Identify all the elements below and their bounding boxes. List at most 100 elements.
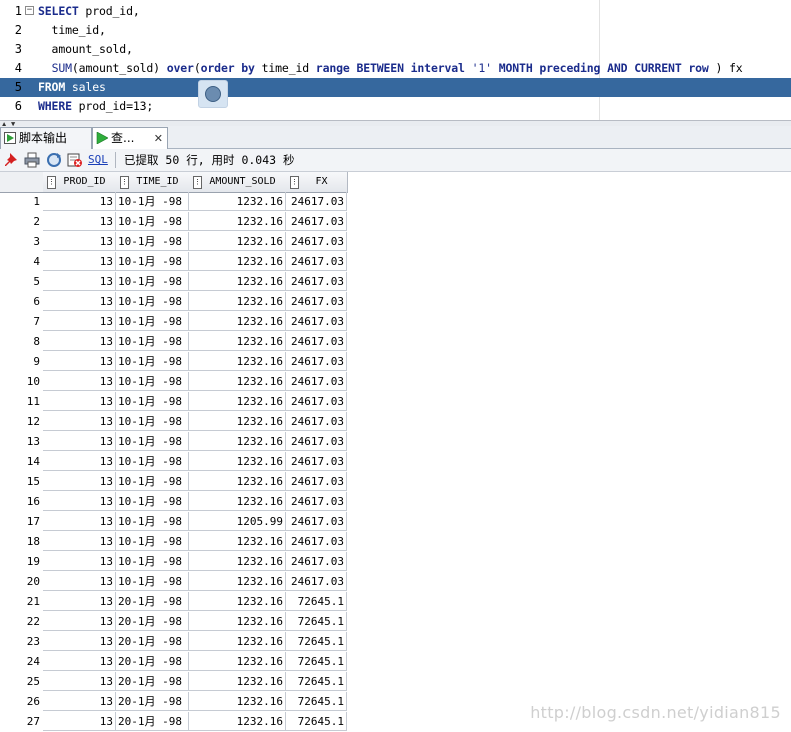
cell-amount-sold[interactable]: 1232.16 — [189, 412, 286, 431]
cell-fx[interactable]: 24617.03 — [286, 332, 347, 351]
table-row[interactable]: 2 13 10-1月 -98 1232.16 24617.03 — [0, 212, 348, 232]
cell-time-id[interactable]: 10-1月 -98 — [116, 472, 189, 491]
table-row[interactable]: 27 13 20-1月 -98 1232.16 72645.1 — [0, 712, 348, 732]
cell-prod-id[interactable]: 13 — [43, 292, 116, 311]
table-row[interactable]: 6 13 10-1月 -98 1232.16 24617.03 — [0, 292, 348, 312]
cell-time-id[interactable]: 20-1月 -98 — [116, 652, 189, 671]
table-row[interactable]: 15 13 10-1月 -98 1232.16 24617.03 — [0, 472, 348, 492]
cell-amount-sold[interactable]: 1205.99 — [189, 512, 286, 531]
cell-time-id[interactable]: 10-1月 -98 — [116, 352, 189, 371]
table-row[interactable]: 12 13 10-1月 -98 1232.16 24617.03 — [0, 412, 348, 432]
cell-fx[interactable]: 72645.1 — [286, 692, 347, 711]
cell-prod-id[interactable]: 13 — [43, 712, 116, 731]
cell-amount-sold[interactable]: 1232.16 — [189, 472, 286, 491]
cell-fx[interactable]: 24617.03 — [286, 312, 347, 331]
sql-link[interactable]: SQL — [88, 152, 108, 168]
table-row[interactable]: 26 13 20-1月 -98 1232.16 72645.1 — [0, 692, 348, 712]
cell-fx[interactable]: 24617.03 — [286, 472, 347, 491]
cell-prod-id[interactable]: 13 — [43, 472, 116, 491]
cell-fx[interactable]: 24617.03 — [286, 372, 347, 391]
cell-time-id[interactable]: 10-1月 -98 — [116, 192, 189, 211]
table-row[interactable]: 8 13 10-1月 -98 1232.16 24617.03 — [0, 332, 348, 352]
cell-amount-sold[interactable]: 1232.16 — [189, 692, 286, 711]
cell-amount-sold[interactable]: 1232.16 — [189, 712, 286, 731]
cell-prod-id[interactable]: 13 — [43, 632, 116, 651]
cell-time-id[interactable]: 20-1月 -98 — [116, 672, 189, 691]
table-row[interactable]: 16 13 10-1月 -98 1232.16 24617.03 — [0, 492, 348, 512]
cell-time-id[interactable]: 10-1月 -98 — [116, 372, 189, 391]
cell-prod-id[interactable]: 13 — [43, 692, 116, 711]
cell-time-id[interactable]: 10-1月 -98 — [116, 232, 189, 251]
editor-line[interactable]: 4 SUM(amount_sold) over(order by time_id… — [0, 59, 791, 78]
cell-prod-id[interactable]: 13 — [43, 532, 116, 551]
cell-amount-sold[interactable]: 1232.16 — [189, 332, 286, 351]
cell-amount-sold[interactable]: 1232.16 — [189, 392, 286, 411]
cell-prod-id[interactable]: 13 — [43, 432, 116, 451]
cell-time-id[interactable]: 10-1月 -98 — [116, 212, 189, 231]
table-row[interactable]: 11 13 10-1月 -98 1232.16 24617.03 — [0, 392, 348, 412]
table-row[interactable]: 13 13 10-1月 -98 1232.16 24617.03 — [0, 432, 348, 452]
cell-prod-id[interactable]: 13 — [43, 492, 116, 511]
cell-amount-sold[interactable]: 1232.16 — [189, 252, 286, 271]
editor-line[interactable]: 5 FROM sales — [0, 78, 791, 97]
cell-time-id[interactable]: 10-1月 -98 — [116, 272, 189, 291]
table-row[interactable]: 1 13 10-1月 -98 1232.16 24617.03 — [0, 192, 348, 212]
tab-script-output[interactable]: 脚本输出 — [0, 127, 92, 149]
cell-amount-sold[interactable]: 1232.16 — [189, 232, 286, 251]
cell-fx[interactable]: 24617.03 — [286, 492, 347, 511]
table-row[interactable]: 10 13 10-1月 -98 1232.16 24617.03 — [0, 372, 348, 392]
column-header-amount-sold[interactable]: ⋮ AMOUNT_SOLD — [189, 172, 287, 193]
cell-amount-sold[interactable]: 1232.16 — [189, 272, 286, 291]
table-row[interactable]: 20 13 10-1月 -98 1232.16 24617.03 — [0, 572, 348, 592]
cell-prod-id[interactable]: 13 — [43, 232, 116, 251]
cell-amount-sold[interactable]: 1232.16 — [189, 572, 286, 591]
cell-prod-id[interactable]: 13 — [43, 572, 116, 591]
cell-time-id[interactable]: 10-1月 -98 — [116, 392, 189, 411]
table-row[interactable]: 7 13 10-1月 -98 1232.16 24617.03 — [0, 312, 348, 332]
cell-amount-sold[interactable]: 1232.16 — [189, 292, 286, 311]
cell-fx[interactable]: 72645.1 — [286, 652, 347, 671]
cell-time-id[interactable]: 10-1月 -98 — [116, 452, 189, 471]
cell-fx[interactable]: 24617.03 — [286, 292, 347, 311]
cell-amount-sold[interactable]: 1232.16 — [189, 352, 286, 371]
cell-prod-id[interactable]: 13 — [43, 372, 116, 391]
cell-amount-sold[interactable]: 1232.16 — [189, 612, 286, 631]
cell-prod-id[interactable]: 13 — [43, 452, 116, 471]
cell-amount-sold[interactable]: 1232.16 — [189, 532, 286, 551]
pin-icon[interactable] — [4, 152, 20, 168]
cell-time-id[interactable]: 10-1月 -98 — [116, 312, 189, 331]
cell-prod-id[interactable]: 13 — [43, 552, 116, 571]
cell-prod-id[interactable]: 13 — [43, 392, 116, 411]
table-row[interactable]: 5 13 10-1月 -98 1232.16 24617.03 — [0, 272, 348, 292]
refresh-icon[interactable] — [46, 152, 62, 168]
cell-amount-sold[interactable]: 1232.16 — [189, 652, 286, 671]
column-header-time-id[interactable]: ⋮ TIME_ID — [116, 172, 190, 193]
cell-fx[interactable]: 72645.1 — [286, 612, 347, 631]
cell-fx[interactable]: 24617.03 — [286, 272, 347, 291]
cell-fx[interactable]: 72645.1 — [286, 592, 347, 611]
table-row[interactable]: 23 13 20-1月 -98 1232.16 72645.1 — [0, 632, 348, 652]
table-row[interactable]: 21 13 20-1月 -98 1232.16 72645.1 — [0, 592, 348, 612]
column-header-fx[interactable]: ⋮ FX — [286, 172, 348, 193]
cell-time-id[interactable]: 10-1月 -98 — [116, 492, 189, 511]
cell-time-id[interactable]: 10-1月 -98 — [116, 532, 189, 551]
cell-fx[interactable]: 24617.03 — [286, 352, 347, 371]
table-row[interactable]: 22 13 20-1月 -98 1232.16 72645.1 — [0, 612, 348, 632]
cell-prod-id[interactable]: 13 — [43, 312, 116, 331]
cell-fx[interactable]: 72645.1 — [286, 712, 347, 731]
cell-prod-id[interactable]: 13 — [43, 412, 116, 431]
cell-prod-id[interactable]: 13 — [43, 652, 116, 671]
cell-prod-id[interactable]: 13 — [43, 192, 116, 211]
cell-amount-sold[interactable]: 1232.16 — [189, 192, 286, 211]
cell-prod-id[interactable]: 13 — [43, 672, 116, 691]
table-row[interactable]: 14 13 10-1月 -98 1232.16 24617.03 — [0, 452, 348, 472]
print-icon[interactable] — [24, 152, 40, 168]
cell-amount-sold[interactable]: 1232.16 — [189, 452, 286, 471]
cell-time-id[interactable]: 10-1月 -98 — [116, 432, 189, 451]
cell-time-id[interactable]: 20-1月 -98 — [116, 612, 189, 631]
cell-time-id[interactable]: 20-1月 -98 — [116, 692, 189, 711]
cell-time-id[interactable]: 20-1月 -98 — [116, 592, 189, 611]
cell-prod-id[interactable]: 13 — [43, 252, 116, 271]
cell-prod-id[interactable]: 13 — [43, 352, 116, 371]
cell-prod-id[interactable]: 13 — [43, 512, 116, 531]
